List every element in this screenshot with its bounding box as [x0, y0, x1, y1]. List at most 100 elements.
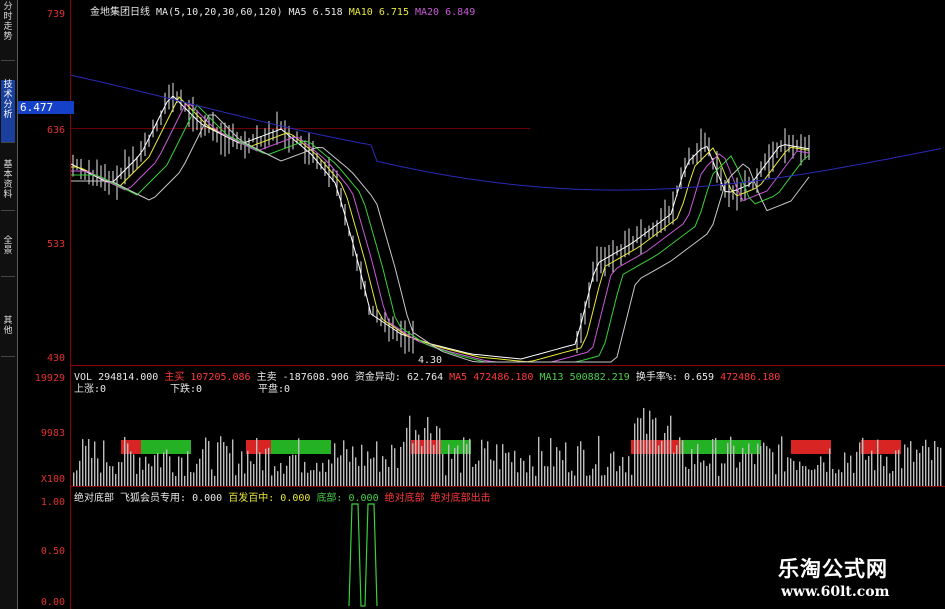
volume-bar — [880, 454, 882, 486]
volume-bar — [640, 418, 642, 486]
volume-bar — [403, 441, 405, 486]
volume-bar — [118, 461, 120, 486]
volume-bar — [877, 439, 879, 486]
volume-bar — [661, 440, 663, 486]
volume-bar — [211, 469, 213, 486]
volume-bar — [106, 462, 108, 486]
volume-bar — [349, 461, 351, 486]
volume-bar — [523, 460, 525, 486]
volume-bar — [922, 445, 924, 486]
volume-bar — [346, 449, 348, 486]
volume-bar — [817, 464, 819, 486]
volume-bar — [88, 439, 90, 486]
volume-bar — [706, 466, 708, 486]
volume-bar — [358, 465, 360, 486]
volume-bar — [940, 447, 942, 486]
volume-bar — [136, 473, 138, 486]
volume-bar — [487, 441, 489, 486]
volume-bar — [847, 462, 849, 486]
price-chart[interactable] — [71, 14, 945, 365]
volume-bar — [910, 441, 912, 486]
volume-bar — [280, 462, 282, 486]
volume-bar — [586, 475, 588, 486]
volume-bar — [841, 472, 843, 486]
volume-bar — [484, 448, 486, 486]
indicator-tick-1: 1.00 — [40, 497, 65, 508]
volume-bar — [670, 415, 672, 486]
volume-bar — [721, 463, 723, 486]
volume-bar — [895, 450, 897, 486]
volume-bar — [340, 455, 342, 486]
volume-bar — [793, 460, 795, 486]
volume-bar — [421, 445, 423, 486]
volume-bar — [814, 469, 816, 486]
volume-bar — [598, 436, 600, 486]
volume-bar — [835, 473, 837, 486]
volume-bar — [499, 469, 501, 486]
tab-other[interactable]: 其他 — [1, 316, 15, 357]
volume-bar — [292, 454, 294, 486]
volume-tick-top: 19929 — [34, 373, 65, 384]
volume-bar — [676, 445, 678, 486]
volume-bar — [310, 470, 312, 486]
volume-bar — [328, 459, 330, 486]
volume-bar — [760, 445, 762, 486]
tab-intraday[interactable]: 分时走势 — [1, 2, 15, 61]
volume-band — [271, 440, 331, 454]
volume-bar — [262, 470, 264, 486]
volume-bar — [601, 475, 603, 486]
volume-bar — [646, 433, 648, 486]
volume-bar — [925, 439, 927, 486]
volume-bar — [337, 457, 339, 486]
volume-bar — [643, 408, 645, 486]
volume-bar — [415, 430, 417, 486]
volume-bar — [163, 452, 165, 486]
volume-bar — [736, 467, 738, 486]
volume-bar — [547, 466, 549, 486]
main-sell-value: -187608.906 — [282, 372, 349, 383]
volume-bar — [166, 449, 168, 486]
volume-bar — [223, 442, 225, 486]
volume-bar — [595, 464, 597, 486]
volume-bar — [442, 454, 444, 486]
volume-bar — [379, 471, 381, 486]
volume-bar — [799, 461, 801, 486]
volume-bar — [907, 447, 909, 486]
volume-bar — [472, 466, 474, 486]
volume-bar — [778, 444, 780, 486]
volume-bar — [85, 445, 87, 486]
volume-bar — [727, 442, 729, 486]
bottom-signal-line — [348, 503, 378, 607]
volume-bar — [304, 461, 306, 486]
volume-bar — [724, 463, 726, 486]
volume-bar — [205, 437, 207, 486]
volume-bar — [703, 460, 705, 486]
tab-technical[interactable]: 技术分析 — [1, 80, 15, 143]
volume-bar — [592, 468, 594, 486]
volume-bar — [553, 466, 555, 486]
tab-fundamentals[interactable]: 基本资料 — [1, 160, 15, 211]
volume-bar — [844, 452, 846, 486]
volume-bar — [160, 467, 162, 486]
volume-bar — [331, 463, 333, 486]
volume-bar — [190, 472, 192, 486]
volume-bar — [562, 460, 564, 486]
volume-bar — [283, 473, 285, 486]
indicator-tick-05: 0.50 — [40, 546, 65, 557]
volume-bar — [508, 452, 510, 486]
volume-bar — [250, 461, 252, 486]
volume-bar — [481, 439, 483, 486]
volume-bar — [685, 466, 687, 486]
volume-bar — [496, 444, 498, 486]
volume-bar — [775, 474, 777, 486]
volume-bar — [610, 453, 612, 486]
volume-bar — [397, 467, 399, 486]
volume-bar — [385, 459, 387, 486]
volume-bar — [175, 475, 177, 486]
tab-panorama[interactable]: 全景 — [1, 236, 15, 277]
volume-bar — [181, 457, 183, 486]
volume-bar — [898, 449, 900, 486]
volume-bar — [937, 446, 939, 486]
volume-chart[interactable] — [71, 392, 945, 486]
volume-bar — [583, 449, 585, 486]
